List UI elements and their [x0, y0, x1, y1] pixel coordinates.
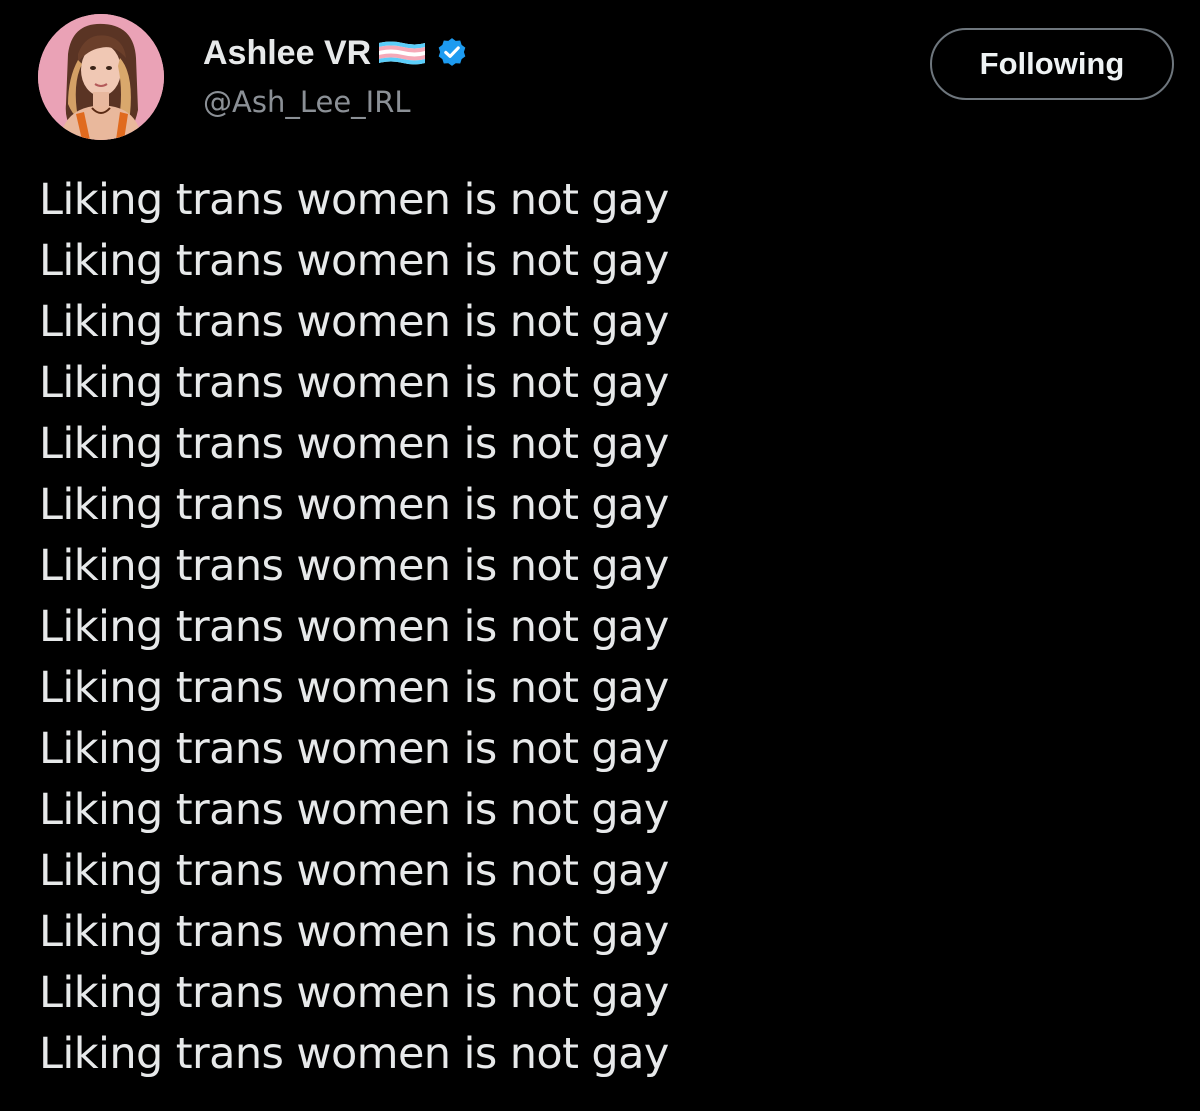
tweet-line: Liking trans women is not gay [39, 1029, 669, 1079]
author-handle[interactable]: @Ash_Lee_IRL [203, 82, 411, 122]
verified-badge-icon[interactable] [435, 36, 469, 70]
following-button[interactable]: Following [930, 28, 1174, 100]
author-display-name[interactable]: Ashlee VR [203, 30, 469, 76]
tweet-line: Liking trans women is not gay [39, 175, 669, 225]
tweet-text: Liking trans women is not gay Liking tran… [39, 170, 1159, 1085]
author-name-text: Ashlee VR [203, 34, 372, 72]
tweet-line: Liking trans women is not gay [39, 785, 669, 835]
avatar[interactable] [38, 14, 164, 140]
tweet-line: Liking trans women is not gay [39, 846, 669, 896]
tweet-line: Liking trans women is not gay [39, 663, 669, 713]
tweet-line: Liking trans women is not gay [39, 480, 669, 530]
tweet-line: Liking trans women is not gay [39, 724, 669, 774]
tweet-card: Ashlee VR @Ash_Lee_IRL Following Liking … [0, 0, 1200, 1111]
tweet-line: Liking trans women is not gay [39, 968, 669, 1018]
tweet-line: Liking trans women is not gay [39, 358, 669, 408]
tweet-line: Liking trans women is not gay [39, 419, 669, 469]
tweet-line: Liking trans women is not gay [39, 541, 669, 591]
tweet-line: Liking trans women is not gay [39, 602, 669, 652]
transgender-flag-icon [377, 40, 427, 66]
avatar-image [38, 14, 164, 140]
tweet-line: Liking trans women is not gay [39, 236, 669, 286]
tweet-line: Liking trans women is not gay [39, 907, 669, 957]
tweet-line: Liking trans women is not gay [39, 297, 669, 347]
